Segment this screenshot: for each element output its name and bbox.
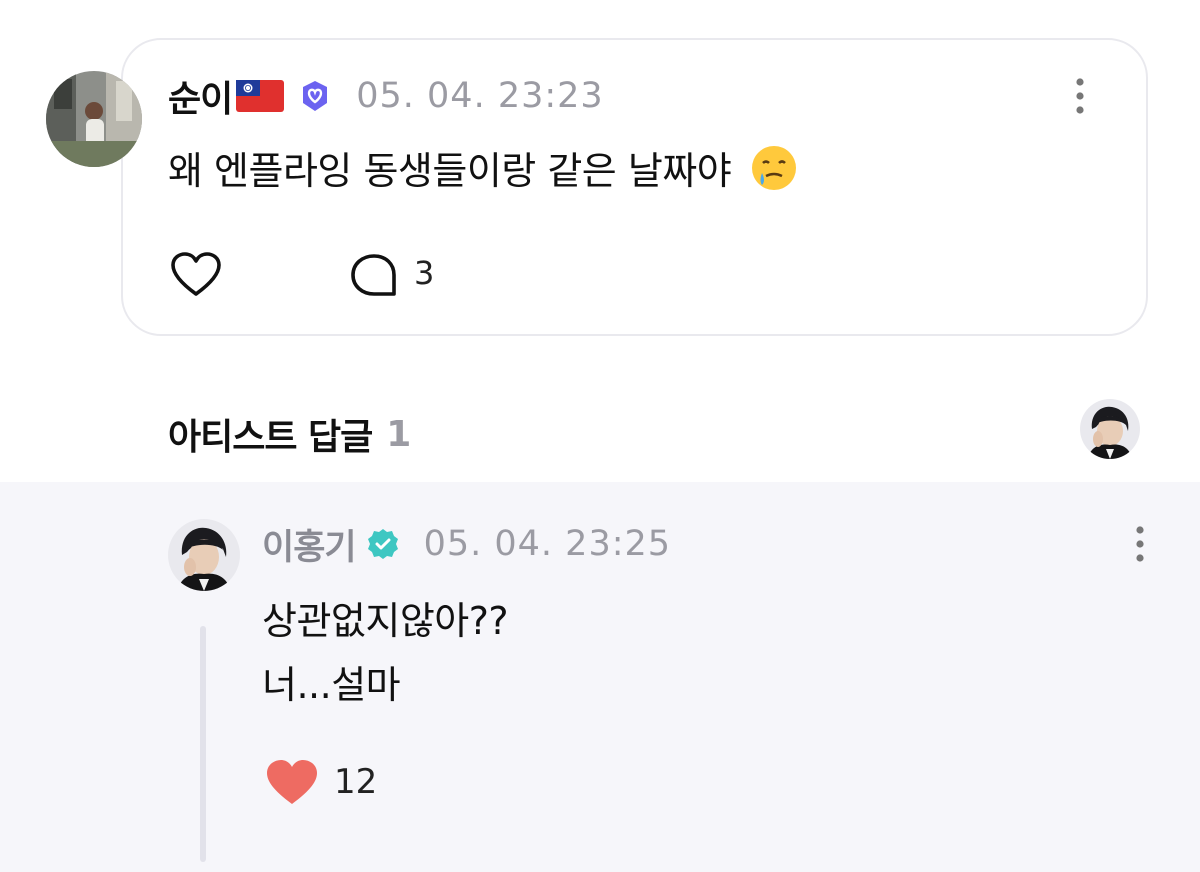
post-author-avatar[interactable] — [46, 71, 142, 167]
artist-replies-title: 아티스트 답글 — [168, 417, 373, 458]
heart-outline-icon[interactable] — [168, 250, 224, 300]
post-timestamp: 05. 04. 23:23 — [356, 76, 604, 116]
artist-avatar-small[interactable] — [1080, 399, 1140, 459]
post-body: 왜 엔플라잉 동생들이랑 같은 날짜야 — [168, 140, 799, 195]
post-more-options-icon[interactable] — [1070, 74, 1090, 118]
artist-verified-badge-icon — [366, 527, 400, 561]
artist-replies-header: 아티스트 답글 1 — [168, 408, 411, 460]
post-header: 순이 05. 04. 23:23 — [168, 74, 604, 120]
comment-bubble-icon[interactable] — [346, 250, 402, 300]
taiwan-flag-icon — [236, 80, 285, 112]
reply-author-name[interactable]: 이홍기 — [262, 519, 357, 570]
face-holding-back-tears-icon — [749, 143, 799, 193]
reply-timestamp: 05. 04. 23:25 — [423, 524, 672, 564]
artist-replies-count: 1 — [386, 413, 411, 455]
reply-more-options-icon[interactable] — [1130, 522, 1150, 566]
fan-verified-badge-icon — [298, 79, 332, 113]
thread-line — [200, 626, 206, 862]
reply-text-line: 너...설마 — [262, 663, 401, 707]
reply-author-avatar[interactable] — [168, 519, 240, 591]
post-text: 왜 엔플라잉 동생들이랑 같은 날짜야 — [168, 149, 732, 193]
reply-like-count: 12 — [334, 762, 378, 802]
post-author-name[interactable]: 순이 — [168, 70, 233, 122]
reply-header: 이홍기 05. 04. 23:25 — [262, 522, 672, 568]
heart-filled-icon[interactable] — [264, 758, 320, 808]
comment-count: 3 — [414, 254, 435, 292]
reply-text-line: 상관없지않아?? — [262, 599, 509, 643]
